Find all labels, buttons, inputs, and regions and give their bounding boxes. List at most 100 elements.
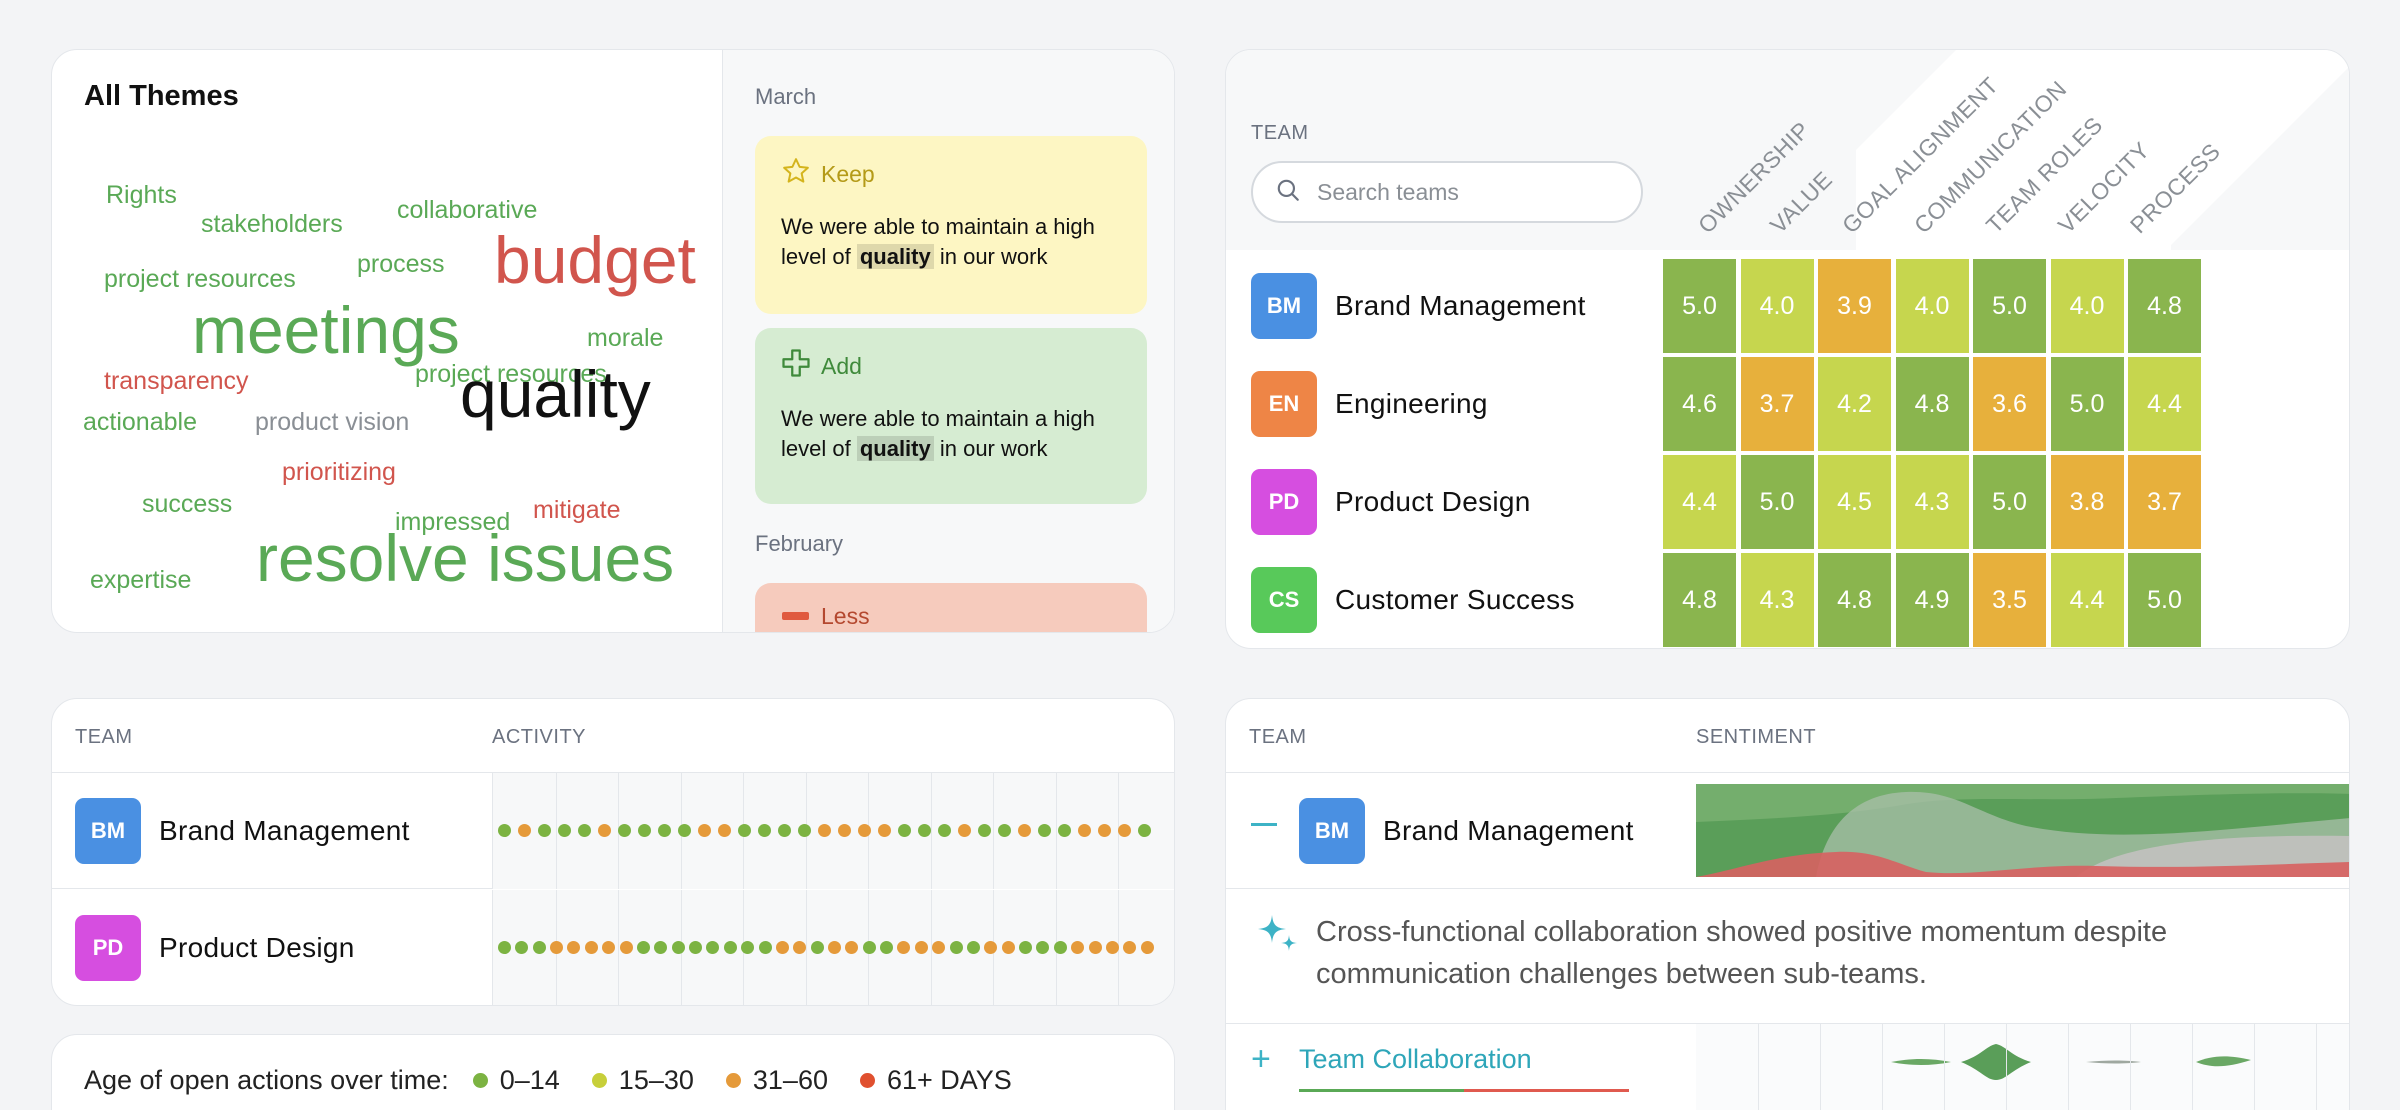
activity-dot[interactable]: [793, 941, 807, 954]
activity-dot[interactable]: [671, 941, 685, 954]
feedback-card-keep[interactable]: Keep We were able to maintain a high lev…: [755, 136, 1147, 314]
activity-dot[interactable]: [758, 824, 771, 837]
activity-dot[interactable]: [723, 941, 737, 954]
theme-word[interactable]: resolve issues: [256, 525, 674, 591]
heatmap-cell[interactable]: 5.0: [1973, 455, 2048, 551]
activity-dot[interactable]: [678, 824, 691, 837]
heatmap-cell[interactable]: 3.8: [2050, 455, 2126, 551]
activity-dot[interactable]: [1018, 824, 1031, 837]
activity-dot[interactable]: [518, 824, 531, 837]
activity-dot[interactable]: [878, 824, 891, 837]
theme-word[interactable]: collaborative: [397, 198, 537, 223]
activity-dot[interactable]: [498, 941, 511, 954]
heatmap-cell[interactable]: 4.4: [2128, 357, 2203, 453]
activity-dot[interactable]: [1019, 941, 1033, 954]
activity-dot[interactable]: [602, 941, 616, 954]
activity-dot[interactable]: [862, 941, 876, 954]
activity-row[interactable]: BM Brand Management: [52, 773, 1174, 889]
heatmap-cell[interactable]: 4.9: [1895, 553, 1971, 648]
heatmap-cell[interactable]: 5.0: [1663, 259, 1738, 355]
activity-dot[interactable]: [897, 941, 911, 954]
activity-dot[interactable]: [978, 824, 991, 837]
activity-dot[interactable]: [1053, 941, 1067, 954]
theme-word[interactable]: project resources: [104, 267, 296, 292]
activity-dot[interactable]: [898, 824, 911, 837]
activity-dot[interactable]: [1123, 941, 1137, 954]
activity-dot[interactable]: [1036, 941, 1050, 954]
heatmap-cell[interactable]: 4.4: [2050, 553, 2126, 648]
heatmap-cell[interactable]: 4.8: [1818, 553, 1893, 648]
activity-dot[interactable]: [1058, 824, 1071, 837]
heatmap-team-row[interactable]: CS Customer Success: [1251, 567, 1575, 633]
activity-dot[interactable]: [828, 941, 841, 954]
activity-dot[interactable]: [658, 824, 671, 837]
activity-dot[interactable]: [584, 941, 598, 954]
activity-dot[interactable]: [1105, 941, 1119, 954]
theme-word[interactable]: product vision: [255, 410, 409, 435]
activity-dot[interactable]: [618, 824, 631, 837]
activity-dot[interactable]: [598, 824, 611, 837]
activity-dot[interactable]: [578, 824, 591, 837]
heatmap-cell[interactable]: 3.7: [2128, 455, 2203, 551]
activity-dot[interactable]: [810, 941, 824, 954]
heatmap-cell[interactable]: 3.7: [1740, 357, 1816, 453]
activity-dot[interactable]: [638, 824, 651, 837]
heatmap-cell[interactable]: 4.3: [1895, 455, 1971, 551]
activity-dot[interactable]: [706, 941, 720, 954]
theme-word[interactable]: morale: [587, 326, 663, 351]
feedback-card-less[interactable]: Less: [755, 583, 1147, 632]
heatmap-cell[interactable]: 4.3: [1740, 553, 1816, 648]
heatmap-cell[interactable]: 4.5: [1818, 455, 1893, 551]
heatmap-team-row[interactable]: PD Product Design: [1251, 469, 1531, 535]
activity-dot[interactable]: [1038, 824, 1051, 837]
activity-dot[interactable]: [758, 941, 772, 954]
activity-dot[interactable]: [984, 941, 998, 954]
activity-dot[interactable]: [1140, 941, 1154, 954]
activity-dot[interactable]: [845, 941, 859, 954]
activity-dot[interactable]: [619, 941, 633, 954]
search-input[interactable]: [1317, 178, 1617, 206]
feedback-card-add[interactable]: Add We were able to maintain a high leve…: [755, 328, 1147, 504]
theme-word[interactable]: expertise: [90, 568, 191, 593]
activity-dot[interactable]: [918, 824, 931, 837]
activity-dot[interactable]: [938, 824, 951, 837]
activity-dot[interactable]: [1001, 941, 1015, 954]
heatmap-cell[interactable]: 4.8: [1663, 553, 1738, 648]
activity-dot[interactable]: [741, 941, 755, 954]
heatmap-cell[interactable]: 4.0: [1740, 259, 1816, 355]
theme-word[interactable]: Rights: [106, 183, 177, 208]
activity-dot[interactable]: [778, 824, 791, 837]
activity-dot[interactable]: [798, 824, 811, 837]
heatmap-cell[interactable]: 5.0: [2050, 357, 2126, 453]
heatmap-cell[interactable]: 3.9: [1818, 259, 1893, 355]
theme-word[interactable]: stakeholders: [201, 212, 343, 237]
heatmap-cell[interactable]: 5.0: [1973, 259, 2048, 355]
activity-dot[interactable]: [532, 941, 546, 954]
heatmap-cell[interactable]: 4.0: [2050, 259, 2126, 355]
expand-plus-icon[interactable]: +: [1251, 1042, 1271, 1076]
activity-dot[interactable]: [818, 824, 831, 837]
heatmap-cell[interactable]: 4.2: [1818, 357, 1893, 453]
search-teams-field[interactable]: [1251, 161, 1643, 223]
activity-dot[interactable]: [998, 824, 1011, 837]
activity-dot[interactable]: [1118, 824, 1131, 837]
activity-dot[interactable]: [914, 941, 928, 954]
activity-dot[interactable]: [1078, 824, 1091, 837]
activity-dot[interactable]: [718, 824, 731, 837]
activity-dot[interactable]: [515, 941, 529, 954]
activity-dot[interactable]: [498, 824, 511, 837]
heatmap-cell[interactable]: 4.0: [1895, 259, 1971, 355]
activity-dot[interactable]: [958, 824, 971, 837]
activity-dot[interactable]: [932, 941, 946, 954]
heatmap-cell[interactable]: 4.6: [1663, 357, 1738, 453]
activity-dot[interactable]: [698, 824, 711, 837]
activity-dot[interactable]: [966, 941, 980, 954]
activity-dot[interactable]: [738, 824, 751, 837]
theme-word[interactable]: actionable: [83, 410, 197, 435]
theme-word[interactable]: budget: [494, 227, 696, 293]
activity-dot[interactable]: [1088, 941, 1102, 954]
theme-word[interactable]: mitigate: [533, 498, 621, 523]
theme-word[interactable]: quality: [460, 361, 651, 427]
heatmap-cell[interactable]: 4.4: [1663, 455, 1738, 551]
activity-dot[interactable]: [636, 941, 650, 954]
